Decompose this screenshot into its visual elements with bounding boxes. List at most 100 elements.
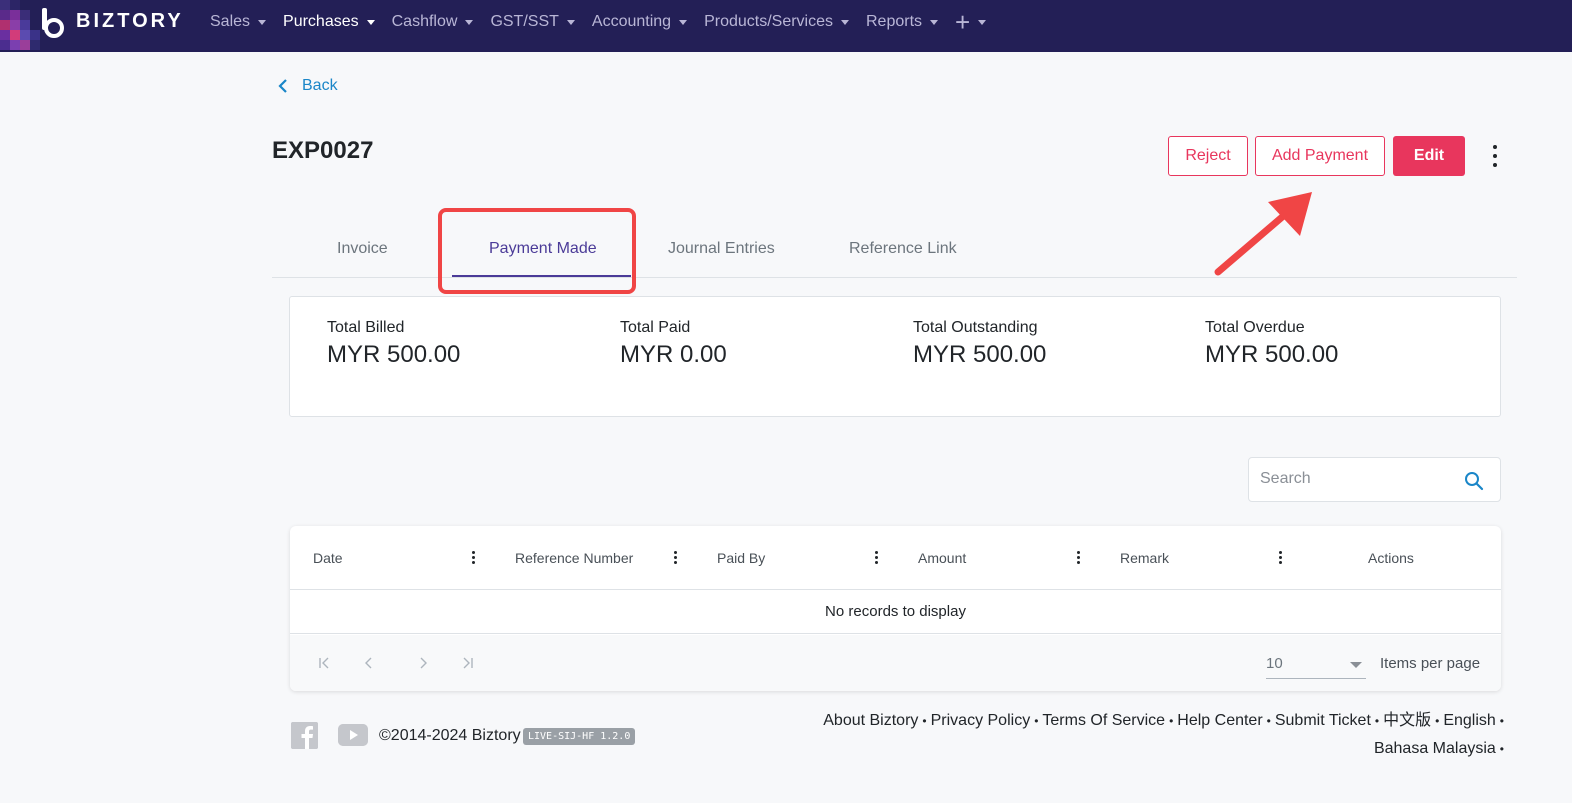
summary-value: MYR 500.00 bbox=[1205, 341, 1339, 368]
grid-header: Date Reference Number Paid By Amount Rem… bbox=[290, 526, 1501, 590]
tab-journal-entries[interactable]: Journal Entries bbox=[668, 240, 775, 258]
nav-products-services[interactable]: Products/Services bbox=[704, 13, 849, 31]
footer-link-submit-ticket[interactable]: Submit Ticket bbox=[1275, 712, 1371, 729]
summary-total-overdue: Total Overdue MYR 500.00 bbox=[1205, 319, 1355, 369]
summary-total-paid: Total Paid MYR 0.00 bbox=[620, 319, 770, 369]
nav-quick-add[interactable]: + bbox=[955, 7, 987, 37]
search-input[interactable] bbox=[1260, 470, 1450, 488]
caret-down-icon bbox=[258, 19, 267, 25]
column-menu-icon[interactable] bbox=[472, 551, 476, 564]
empty-message: No records to display bbox=[290, 590, 1501, 634]
nav-purchases[interactable]: Purchases bbox=[283, 13, 375, 31]
column-header-amount[interactable]: Amount bbox=[918, 550, 966, 566]
edit-button[interactable]: Edit bbox=[1393, 136, 1465, 176]
column-header-date[interactable]: Date bbox=[313, 550, 343, 566]
separator-dot: • bbox=[1374, 714, 1380, 728]
tab-invoice[interactable]: Invoice bbox=[337, 240, 388, 258]
chevron-down-icon bbox=[1350, 662, 1362, 668]
caret-down-icon bbox=[841, 19, 849, 25]
plus-icon: + bbox=[955, 7, 971, 37]
summary-total-outstanding: Total Outstanding MYR 500.00 bbox=[913, 319, 1063, 369]
nav-reports-label: Reports bbox=[866, 13, 923, 30]
brand-name[interactable]: BIZTORY bbox=[76, 10, 184, 33]
footer-link-help-center[interactable]: Help Center bbox=[1177, 712, 1262, 729]
nav-reports[interactable]: Reports bbox=[866, 13, 939, 31]
payments-grid: Date Reference Number Paid By Amount Rem… bbox=[290, 526, 1501, 691]
back-label: Back bbox=[302, 77, 338, 94]
summary-value: MYR 0.00 bbox=[620, 341, 727, 368]
page-size-select[interactable]: 10 bbox=[1266, 651, 1366, 679]
search-box bbox=[1248, 457, 1501, 502]
main-menu: Sales Purchases Cashflow GST/SST Account… bbox=[210, 0, 1003, 44]
previous-page-icon[interactable] bbox=[364, 657, 374, 669]
page-size-label: Items per page bbox=[1380, 655, 1481, 672]
annotation-arrow-icon bbox=[1214, 192, 1312, 276]
footer-link-english[interactable]: English bbox=[1443, 712, 1495, 729]
youtube-icon[interactable] bbox=[338, 724, 368, 746]
nav-cashflow-label: Cashflow bbox=[391, 13, 458, 30]
separator-dot: • bbox=[1034, 714, 1039, 728]
footer-links: About Biztory • Privacy Policy • Terms Of Se… bbox=[808, 707, 1508, 763]
nav-cashflow[interactable]: Cashflow bbox=[392, 13, 474, 31]
nav-sales-label: Sales bbox=[210, 13, 251, 30]
footer-link-chinese[interactable]: 中文版 bbox=[1383, 712, 1431, 729]
separator-dot: • bbox=[1169, 714, 1174, 728]
copyright-text: ©2014-2024 Biztory bbox=[379, 727, 521, 744]
summary-value: MYR 500.00 bbox=[327, 341, 461, 368]
nav-accounting-label: Accounting bbox=[591, 13, 672, 30]
column-menu-icon[interactable] bbox=[674, 551, 678, 564]
search-icon[interactable] bbox=[1464, 471, 1484, 491]
top-navbar: BIZTORY Sales Purchases Cashflow GST/SST… bbox=[0, 0, 1572, 52]
column-header-paid-by[interactable]: Paid By bbox=[717, 550, 765, 566]
next-page-icon[interactable] bbox=[418, 657, 428, 669]
footer-link-privacy[interactable]: Privacy Policy bbox=[931, 712, 1031, 729]
grid-pager: 10 Items per page bbox=[290, 635, 1501, 691]
caret-down-icon bbox=[930, 19, 939, 25]
column-header-actions: Actions bbox=[1368, 550, 1414, 566]
more-options-icon[interactable] bbox=[1486, 145, 1504, 167]
caret-down-icon bbox=[978, 19, 987, 25]
chevron-left-icon bbox=[278, 79, 287, 93]
footer-link-bahasa-malaysia[interactable]: Bahasa Malaysia bbox=[1374, 740, 1496, 757]
caret-down-icon bbox=[566, 19, 575, 25]
separator-dot: • bbox=[1266, 714, 1271, 728]
separator-dot: • bbox=[922, 714, 927, 728]
footer-link-about[interactable]: About Biztory bbox=[823, 712, 918, 729]
summary-total-billed: Total Billed MYR 500.00 bbox=[327, 319, 477, 369]
summary-value: MYR 500.00 bbox=[913, 341, 1047, 368]
column-header-reference-number[interactable]: Reference Number bbox=[515, 550, 633, 566]
summary-label: Total Outstanding bbox=[913, 319, 1038, 336]
build-version-badge: LIVE-SIJ-HF 1.2.0 bbox=[523, 728, 636, 745]
separator-dot: • bbox=[1435, 714, 1440, 728]
page-size-value: 10 bbox=[1266, 655, 1283, 672]
back-link[interactable]: Back bbox=[278, 77, 338, 95]
caret-down-icon bbox=[679, 19, 688, 25]
footer-link-terms[interactable]: Terms Of Service bbox=[1042, 712, 1165, 729]
annotation-highlight-box bbox=[438, 208, 636, 294]
biztory-logo-icon[interactable] bbox=[38, 8, 70, 38]
add-payment-button[interactable]: Add Payment bbox=[1255, 136, 1385, 176]
summary-label: Total Overdue bbox=[1205, 319, 1305, 336]
nav-accounting[interactable]: Accounting bbox=[591, 13, 688, 31]
separator-dot: • bbox=[1499, 742, 1504, 756]
nav-gst-sst-label: GST/SST bbox=[490, 13, 559, 30]
column-header-remark[interactable]: Remark bbox=[1120, 550, 1169, 566]
caret-down-icon bbox=[465, 19, 474, 25]
separator-dot: • bbox=[1499, 714, 1504, 728]
summary-label: Total Paid bbox=[620, 319, 691, 336]
column-menu-icon[interactable] bbox=[875, 551, 879, 564]
column-menu-icon[interactable] bbox=[1279, 551, 1283, 564]
nav-gst-sst[interactable]: GST/SST bbox=[490, 13, 575, 31]
caret-down-icon bbox=[366, 19, 375, 25]
last-page-icon[interactable] bbox=[460, 657, 474, 669]
nav-sales[interactable]: Sales bbox=[210, 13, 267, 31]
reject-button[interactable]: Reject bbox=[1168, 136, 1248, 176]
summary-label: Total Billed bbox=[327, 319, 405, 336]
column-menu-icon[interactable] bbox=[1077, 551, 1081, 564]
payment-summary-card: Total Billed MYR 500.00 Total Paid MYR 0… bbox=[289, 296, 1501, 417]
facebook-icon[interactable] bbox=[291, 722, 318, 749]
tab-reference-link[interactable]: Reference Link bbox=[849, 240, 957, 258]
nav-purchases-label: Purchases bbox=[283, 13, 359, 30]
first-page-icon[interactable] bbox=[318, 657, 332, 669]
nav-products-services-label: Products/Services bbox=[704, 13, 833, 30]
